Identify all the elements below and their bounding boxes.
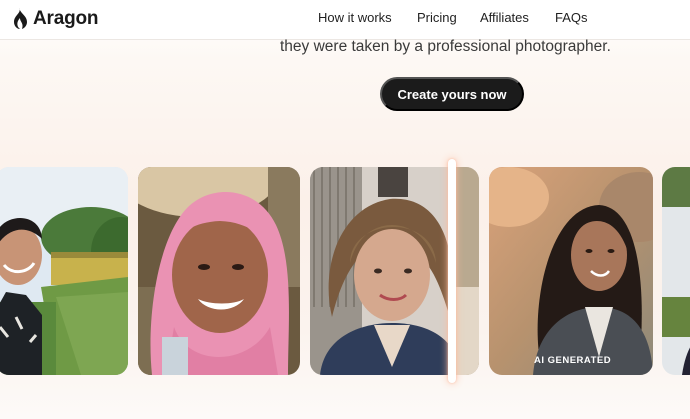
gallery-photo-woman-pink-hijab bbox=[138, 167, 300, 375]
gallery-photo-man-outdoors bbox=[0, 167, 128, 375]
hero-subtitle: they were taken by a professional photog… bbox=[280, 38, 611, 55]
ai-generated-badge: AI GENERATED bbox=[534, 355, 612, 366]
gallery-photo-ai-headshot bbox=[489, 167, 653, 375]
create-yours-now-button[interactable]: Create yours now bbox=[380, 77, 524, 111]
nav-link-faqs[interactable]: FAQs bbox=[555, 10, 588, 25]
flame-logo-icon bbox=[14, 8, 27, 29]
before-after-divider-handle[interactable] bbox=[448, 159, 456, 383]
top-navbar: Aragon How it works Pricing Affiliates F… bbox=[0, 0, 690, 40]
gallery-photo-partial bbox=[662, 167, 690, 375]
nav-link-pricing[interactable]: Pricing bbox=[417, 10, 457, 25]
brand-logo[interactable]: Aragon bbox=[10, 6, 99, 32]
brand-name: Aragon bbox=[33, 8, 99, 29]
nav-link-how-it-works[interactable]: How it works bbox=[318, 10, 392, 25]
nav-link-affiliates[interactable]: Affiliates bbox=[480, 10, 529, 25]
